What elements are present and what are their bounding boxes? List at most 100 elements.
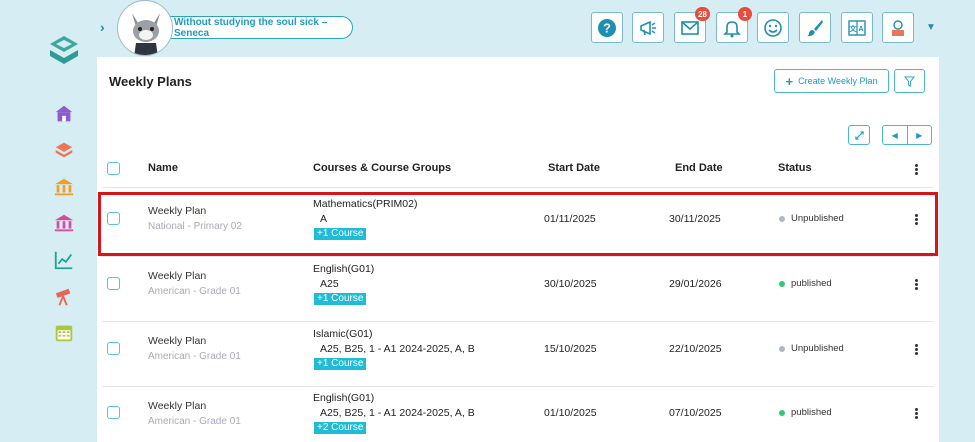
row-divider: [102, 386, 934, 387]
course-groups: A: [320, 213, 328, 225]
more-courses-tag[interactable]: +1 Course: [314, 293, 367, 305]
institution-icon[interactable]: [52, 175, 76, 199]
column-header-name[interactable]: Name: [148, 162, 178, 174]
status-dot-icon: [779, 409, 785, 416]
calendar-icon[interactable]: [52, 321, 76, 345]
page-title: Weekly Plans: [109, 74, 192, 89]
column-header-courses[interactable]: Courses & Course Groups: [313, 162, 451, 174]
weekly-plans-panel: Weekly Plans + Create Weekly Plan ◀ ▶ Na…: [97, 57, 939, 442]
question-icon: ?: [598, 18, 616, 37]
plan-name[interactable]: Weekly Plan: [148, 205, 206, 217]
select-all-checkbox[interactable]: [107, 162, 120, 175]
course-name: English(G01): [313, 263, 375, 275]
status-label: published: [791, 407, 832, 418]
more-courses-tag[interactable]: +1 Course: [314, 228, 367, 240]
create-weekly-plan-label: Create Weekly Plan: [798, 76, 878, 86]
status-dot-icon: [779, 215, 785, 222]
column-header-start-date[interactable]: Start Date: [548, 162, 600, 174]
chart-line-icon[interactable]: [52, 248, 76, 272]
plan-name[interactable]: Weekly Plan: [148, 270, 206, 282]
mascot-avatar: [117, 0, 173, 56]
row-more-icon[interactable]: [915, 213, 921, 226]
row-checkbox[interactable]: [107, 342, 120, 355]
previous-page-button[interactable]: ◀: [883, 126, 908, 144]
paintbrush-icon: [807, 19, 823, 36]
fullscreen-button[interactable]: [848, 125, 870, 145]
app-logo[interactable]: [44, 32, 84, 72]
announcements-button[interactable]: [632, 12, 664, 43]
course-groups: A25, B25, 1 - A1 2024-2025, A, B: [320, 407, 475, 419]
pagination: ◀ ▶: [882, 125, 932, 145]
plan-name[interactable]: Weekly Plan: [148, 335, 206, 347]
row-divider: [102, 256, 934, 257]
row-more-icon[interactable]: [915, 278, 921, 291]
telescope-icon[interactable]: [52, 285, 76, 309]
filter-button[interactable]: [894, 69, 925, 93]
row-more-icon[interactable]: [915, 407, 921, 420]
mail-icon: [681, 20, 699, 35]
more-courses-tag[interactable]: +1 Course: [314, 358, 367, 370]
course-name: Mathematics(PRIM02): [313, 198, 418, 210]
megaphone-icon: [640, 20, 656, 35]
smiley-icon: [764, 18, 782, 37]
start-date: 01/11/2025: [544, 213, 596, 225]
user-avatar-icon: [892, 19, 904, 36]
status-dot-icon: [779, 280, 785, 287]
create-weekly-plan-button[interactable]: + Create Weekly Plan: [774, 69, 889, 93]
status-badge: Unpublished: [779, 213, 844, 224]
end-date: 22/10/2025: [669, 343, 722, 355]
notifications-button[interactable]: 1: [716, 7, 752, 43]
plan-program: American - Grade 01: [148, 351, 241, 362]
notifications-count-badge: 1: [738, 7, 752, 21]
expand-sidebar-chevron-icon[interactable]: ›: [100, 19, 114, 39]
row-checkbox[interactable]: [107, 277, 120, 290]
user-profile-button[interactable]: [882, 12, 914, 43]
column-header-status[interactable]: Status: [778, 162, 812, 174]
start-date: 30/10/2025: [544, 278, 597, 290]
messages-button[interactable]: 28: [674, 7, 710, 43]
end-date: 07/10/2025: [669, 407, 722, 419]
plan-program: National - Primary 02: [148, 221, 242, 232]
status-badge: published: [779, 278, 832, 289]
start-date: 01/10/2025: [544, 407, 597, 419]
svg-text:A: A: [858, 26, 863, 33]
course-groups: A25, B25, 1 - A1 2024-2025, A, B: [320, 343, 475, 355]
status-label: published: [791, 278, 832, 289]
language-button[interactable]: 文A: [841, 12, 873, 43]
more-courses-tag[interactable]: +2 Course: [314, 422, 367, 434]
end-date: 30/11/2025: [669, 213, 721, 225]
bell-icon: [723, 20, 741, 37]
filter-icon: [904, 75, 915, 87]
building-icon[interactable]: [52, 211, 76, 235]
profile-dropdown-chevron-icon[interactable]: ▼: [926, 22, 936, 33]
end-date: 29/01/2026: [669, 278, 722, 290]
course-name: English(G01): [313, 392, 375, 404]
svg-text:?: ?: [603, 20, 611, 35]
next-page-button[interactable]: ▶: [908, 126, 932, 144]
row-checkbox[interactable]: [107, 212, 120, 225]
status-badge: Unpublished: [779, 343, 844, 354]
plan-program: American - Grade 01: [148, 286, 241, 297]
plus-icon: +: [785, 73, 794, 89]
column-header-end-date[interactable]: End Date: [675, 162, 723, 174]
theme-button[interactable]: [799, 12, 831, 43]
plan-name[interactable]: Weekly Plan: [148, 400, 206, 412]
row-checkbox[interactable]: [107, 406, 120, 419]
feedback-button[interactable]: [757, 12, 789, 43]
row-divider: [102, 321, 934, 322]
course-name: Islamic(G01): [313, 328, 373, 340]
help-button[interactable]: ?: [591, 12, 623, 43]
school-icon[interactable]: [52, 102, 76, 126]
status-label: Unpublished: [791, 213, 844, 224]
status-label: Unpublished: [791, 343, 844, 354]
plan-program: American - Grade 01: [148, 416, 241, 427]
svg-text:文: 文: [850, 24, 858, 33]
start-date: 15/10/2025: [544, 343, 597, 355]
status-badge: published: [779, 407, 832, 418]
course-groups: A25: [320, 278, 339, 290]
layers-icon[interactable]: [52, 138, 76, 162]
row-more-icon[interactable]: [915, 343, 921, 356]
messages-count-badge: 28: [695, 7, 710, 21]
status-dot-icon: [779, 345, 785, 352]
header-more-icon[interactable]: [915, 163, 921, 176]
